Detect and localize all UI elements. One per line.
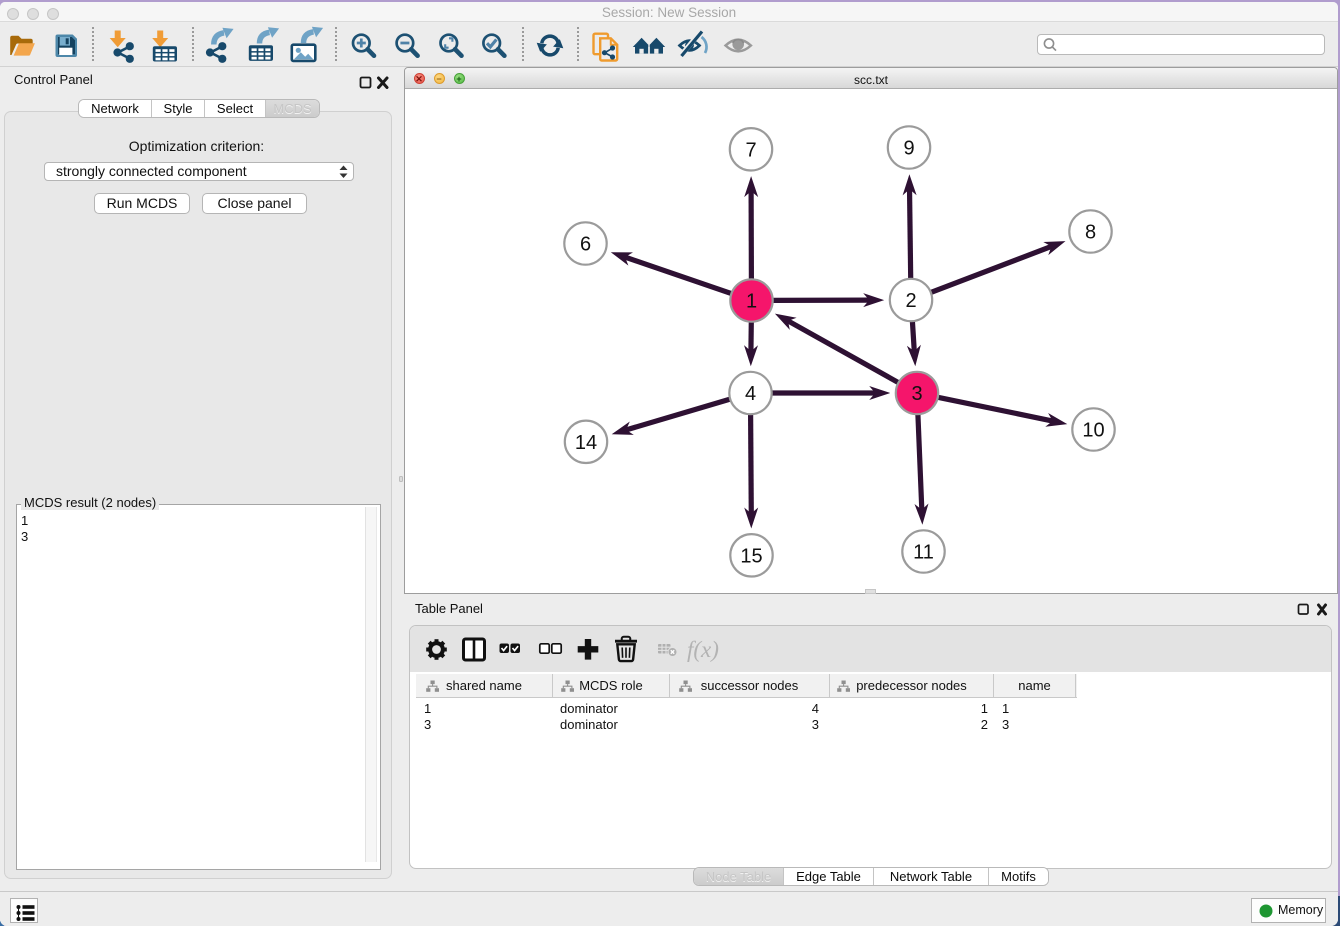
svg-text:6: 6 (580, 234, 591, 256)
svg-text:9: 9 (903, 138, 914, 160)
svg-text:11: 11 (913, 542, 934, 564)
svg-text:7: 7 (745, 139, 756, 161)
svg-text:14: 14 (575, 432, 597, 454)
svg-text:10: 10 (1082, 420, 1104, 442)
svg-text:15: 15 (740, 545, 762, 567)
svg-text:f(x): f(x) (687, 637, 719, 662)
svg-text:2: 2 (905, 290, 916, 312)
svg-text:8: 8 (1085, 222, 1096, 244)
svg-text:3: 3 (911, 383, 922, 405)
svg-text:4: 4 (745, 383, 756, 405)
svg-text:1: 1 (746, 291, 757, 313)
